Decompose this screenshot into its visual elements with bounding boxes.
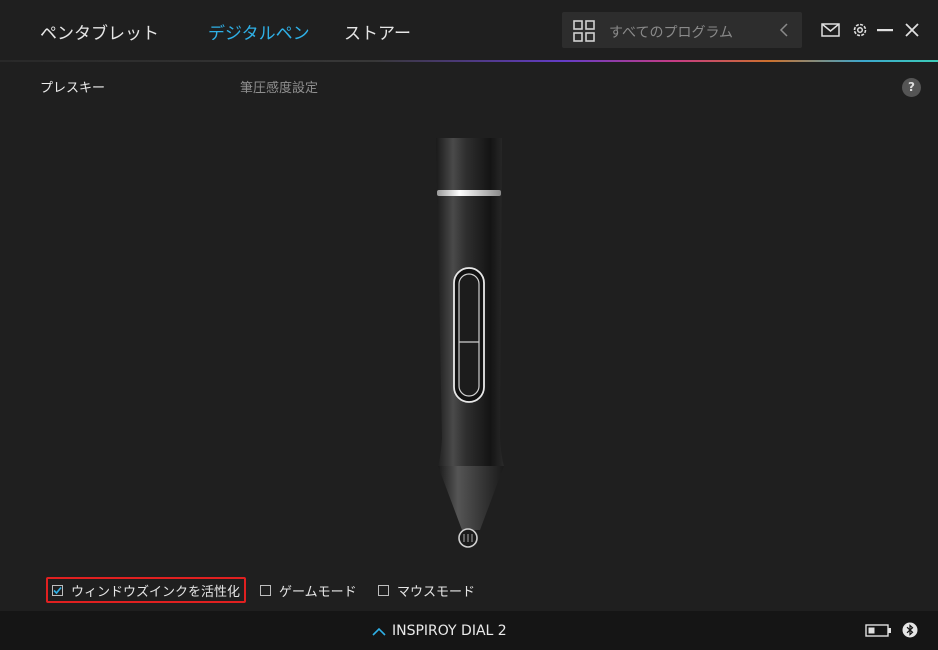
- pen-illustration: [428, 138, 512, 552]
- header-bar: ペンタブレット デジタルペン ストアー すべてのプログラム: [0, 0, 938, 60]
- battery-icon: [865, 624, 891, 637]
- program-selector-placeholder: すべてのプログラム: [609, 25, 734, 41]
- gear-icon[interactable]: [851, 21, 869, 39]
- pen-lower-button[interactable]: [459, 342, 479, 396]
- device-selector[interactable]: INSPIROY DIAL 2: [372, 623, 507, 639]
- mouse-mode-option[interactable]: マウスモード: [378, 578, 475, 602]
- tab-store[interactable]: ストアー: [344, 19, 411, 44]
- subtab-pressure-sensitivity[interactable]: 筆圧感度設定: [240, 77, 318, 96]
- subtab-press-keys[interactable]: プレスキー: [40, 77, 105, 96]
- windows-ink-option[interactable]: ウィンドウズインクを活性化: [46, 577, 247, 603]
- help-icon[interactable]: ?: [902, 78, 921, 97]
- mouse-mode-checkbox[interactable]: [378, 584, 389, 596]
- windows-ink-checkbox[interactable]: [52, 584, 63, 596]
- pen-upper-button[interactable]: [459, 274, 479, 342]
- close-icon[interactable]: [905, 23, 919, 37]
- bluetooth-icon: [902, 622, 918, 638]
- program-selector[interactable]: すべてのプログラム: [562, 12, 802, 48]
- mail-icon[interactable]: [821, 23, 840, 37]
- device-name: INSPIROY DIAL 2: [392, 623, 507, 639]
- game-mode-option[interactable]: ゲームモード: [260, 578, 357, 602]
- chevron-left-icon[interactable]: [778, 22, 790, 38]
- header-divider: [0, 60, 938, 62]
- mouse-mode-label: マウスモード: [397, 584, 476, 600]
- minimize-icon[interactable]: [877, 29, 893, 32]
- game-mode-label: ゲームモード: [279, 584, 357, 600]
- tab-digital-pen[interactable]: デジタルペン: [208, 19, 310, 44]
- checkmark-icon: [53, 586, 62, 594]
- tab-pen-tablet[interactable]: ペンタブレット: [40, 19, 159, 44]
- windows-ink-label: ウィンドウズインクを活性化: [71, 584, 241, 600]
- game-mode-checkbox[interactable]: [260, 584, 271, 596]
- footer-bar: INSPIROY DIAL 2: [0, 611, 938, 650]
- apps-grid-icon: [573, 20, 595, 42]
- chevron-up-icon: [372, 627, 386, 636]
